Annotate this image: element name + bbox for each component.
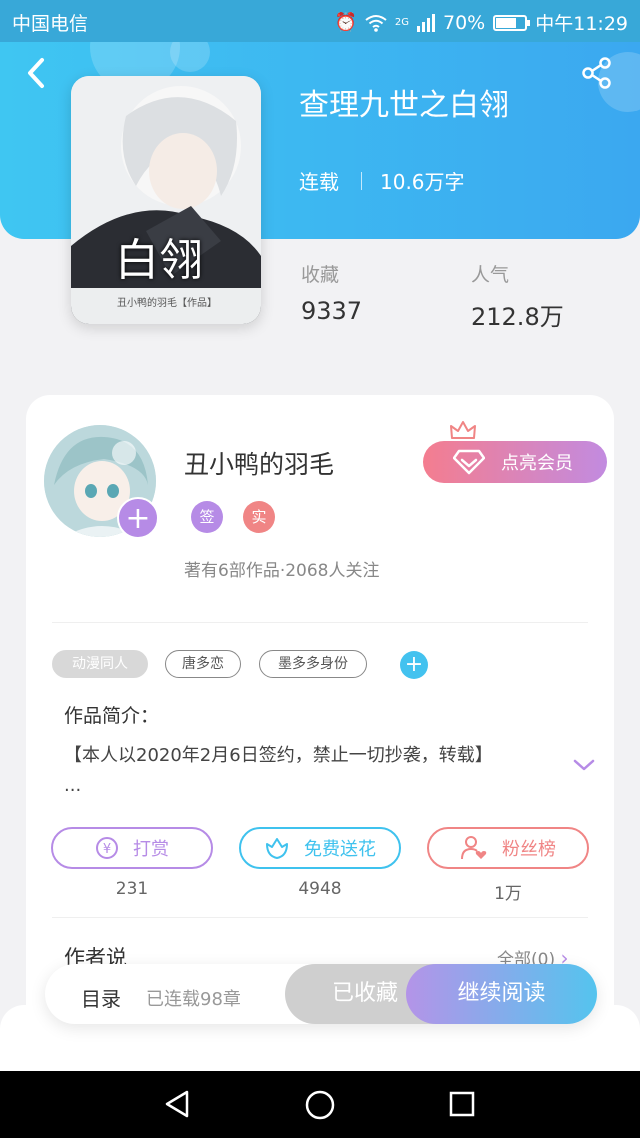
diamond-icon	[453, 449, 485, 475]
vip-label: 点亮会员	[501, 453, 573, 474]
book-cover[interactable]: 白翎 丑小鸭的羽毛【作品】	[71, 76, 261, 324]
tag-item[interactable]: 动漫同人	[52, 650, 148, 678]
follow-author-button[interactable]: +	[117, 497, 159, 539]
author-meta: 著有6部作品·2068人关注	[184, 561, 380, 581]
cover-caption: 丑小鸭的羽毛【作品】	[117, 298, 217, 309]
nav-home-icon[interactable]	[304, 1089, 336, 1121]
flower-count: 4948	[298, 879, 342, 899]
send-flower-button[interactable]: 免费送花	[239, 827, 401, 869]
toc-status: 已连载98章	[146, 989, 241, 1010]
crown-icon	[450, 421, 476, 439]
wifi-icon	[365, 14, 387, 32]
battery-percent: 70%	[443, 11, 486, 34]
cover-title: 白翎	[115, 235, 203, 286]
author-name[interactable]: 丑小鸭的羽毛	[184, 445, 334, 481]
serial-status: 连载	[299, 170, 339, 194]
reward-count: 231	[115, 879, 149, 899]
battery-icon	[493, 14, 531, 31]
coin-icon: ¥	[96, 837, 118, 859]
alarm-icon: ⏰	[334, 12, 357, 33]
stat-favorites: 收藏 9337	[301, 260, 362, 325]
verified-badge: 实	[243, 501, 275, 533]
intro-label: 作品简介：	[64, 705, 160, 727]
flower-icon	[266, 838, 288, 859]
vip-button[interactable]: 点亮会员	[423, 441, 607, 483]
reward-button[interactable]: ¥ 打赏	[51, 827, 213, 869]
book-status-line: 连载 10.6万字	[299, 166, 465, 195]
word-count: 10.6万字	[380, 170, 465, 194]
status-bar: 中国电信 ⏰ 2G 70% 中午11:29	[0, 0, 640, 42]
fan-rank-label: 粉丝榜	[502, 839, 556, 860]
book-title: 查理九世之白翎	[299, 88, 509, 123]
nav-back-icon[interactable]	[163, 1089, 193, 1119]
add-tag-button[interactable]: +	[400, 651, 428, 679]
carrier-label: 中国电信	[12, 13, 89, 35]
system-nav-bar	[0, 1071, 640, 1138]
network-type: 2G	[394, 17, 409, 28]
status-icons: ⏰ 2G 70% 中午11:29	[334, 9, 628, 36]
stat-label: 人气	[471, 264, 510, 286]
signed-badge: 签	[191, 501, 223, 533]
tag-item[interactable]: 墨多多身份	[259, 650, 367, 678]
battery-fill	[496, 17, 516, 28]
divider	[52, 622, 588, 623]
back-icon[interactable]	[22, 56, 52, 96]
continue-reading-button[interactable]: 继续阅读	[406, 964, 597, 1024]
clock: 中午11:29	[535, 13, 628, 35]
tag-item[interactable]: 唐多恋	[165, 650, 241, 678]
divider	[361, 171, 362, 190]
stat-label: 收藏	[301, 264, 340, 286]
signal-icon	[417, 13, 435, 32]
intro-text[interactable]: 【本人以2020年2月6日签约，禁止一切抄袭，转载】 ...	[64, 741, 564, 801]
svg-text:¥: ¥	[103, 842, 111, 857]
send-flower-label: 免费送花	[304, 839, 376, 860]
nav-recents-icon[interactable]	[448, 1090, 476, 1118]
reward-label: 打赏	[133, 839, 169, 860]
stat-value: 212.8万	[471, 303, 564, 331]
user-heart-icon	[461, 836, 487, 860]
chevron-down-icon[interactable]	[572, 757, 596, 773]
toc-button[interactable]: 目录	[81, 983, 121, 1012]
divider	[52, 917, 588, 918]
intro-body: 【本人以2020年2月6日签约，禁止一切抄袭，转载】	[64, 745, 493, 766]
decor-bubble	[170, 42, 210, 72]
fan-count: 1万	[494, 884, 522, 904]
share-icon[interactable]	[580, 56, 614, 90]
intro-ellipsis: ...	[64, 775, 82, 796]
fan-rank-button[interactable]: 粉丝榜	[427, 827, 589, 869]
stat-value: 9337	[301, 297, 363, 325]
stat-popularity: 人气 212.8万	[471, 260, 564, 332]
